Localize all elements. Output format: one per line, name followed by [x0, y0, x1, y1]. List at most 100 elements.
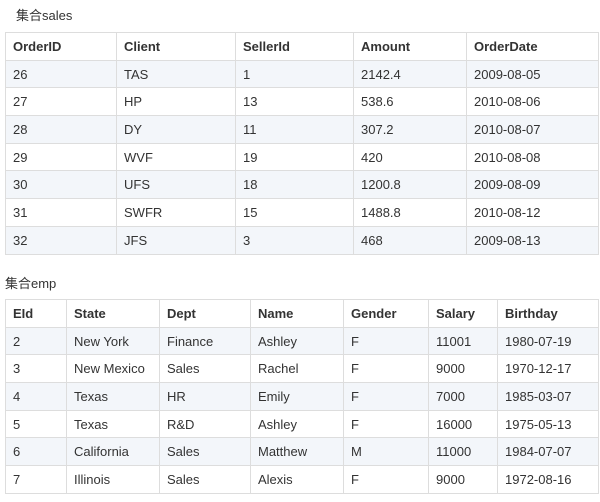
amount-cell: 420 — [353, 142, 467, 172]
name-cell: Matthew — [250, 437, 344, 467]
state-cell: New Mexico — [66, 354, 160, 384]
orderdate-cell: 2010-08-07 — [466, 115, 599, 144]
gender-cell: F — [343, 354, 429, 384]
table-row: 31 SWFR 15 1488.8 2010-08-12 — [5, 198, 599, 227]
table-row: 32 JFS 3 468 2009-08-13 — [5, 225, 599, 255]
amount-cell: 307.2 — [353, 115, 467, 144]
eid-cell: 3 — [5, 354, 67, 384]
table-row: 4 Texas HR Emily F 7000 1985-03-07 — [5, 382, 599, 411]
birthday-cell: 1980-07-19 — [497, 326, 599, 356]
name-cell: Rachel — [250, 354, 344, 384]
sales-header-row: OrderID Client SellerId Amount OrderDate — [5, 32, 599, 61]
sales-caption: 集合sales — [16, 8, 73, 23]
sellerid-cell: 1 — [235, 59, 354, 89]
amount-cell: 1488.8 — [353, 198, 467, 227]
gender-cell: M — [343, 437, 429, 467]
orderdate-cell: 2009-08-09 — [466, 170, 599, 200]
orderid-cell: 26 — [5, 59, 117, 89]
sellerid-cell: 11 — [235, 115, 354, 144]
eid-cell: 6 — [5, 437, 67, 467]
state-cell: New York — [66, 326, 160, 356]
name-cell: Emily — [250, 382, 344, 411]
state-cell: Illinois — [66, 465, 160, 494]
table-row: 27 HP 13 538.6 2010-08-06 — [5, 87, 599, 117]
dept-cell: Finance — [159, 326, 251, 356]
client-cell: TAS — [116, 59, 236, 89]
eid-cell: 7 — [5, 465, 67, 494]
client-cell: JFS — [116, 225, 236, 255]
salary-cell: 9000 — [428, 354, 498, 384]
amount-cell: 1200.8 — [353, 170, 467, 200]
dept-cell: HR — [159, 382, 251, 411]
name-cell: Ashley — [250, 409, 344, 439]
amount-cell: 468 — [353, 225, 467, 255]
amount-cell: 2142.4 — [353, 59, 467, 89]
birthday-cell: 1985-03-07 — [497, 382, 599, 411]
table-row: 5 Texas R&D Ashley F 16000 1975-05-13 — [5, 409, 599, 439]
eid-cell: 5 — [5, 409, 67, 439]
table-row: 3 New Mexico Sales Rachel F 9000 1970-12… — [5, 354, 599, 384]
birthday-cell: 1984-07-07 — [497, 437, 599, 467]
gender-cell: F — [343, 326, 429, 356]
name-cell: Alexis — [250, 465, 344, 494]
birthday-cell: 1975-05-13 — [497, 409, 599, 439]
column-header-orderid: OrderID — [5, 32, 117, 61]
orderid-cell: 29 — [5, 142, 117, 172]
column-header-name: Name — [250, 299, 344, 328]
gender-cell: F — [343, 409, 429, 439]
table-row: 29 WVF 19 420 2010-08-08 — [5, 142, 599, 172]
client-cell: UFS — [116, 170, 236, 200]
column-header-birthday: Birthday — [497, 299, 599, 328]
sellerid-cell: 15 — [235, 198, 354, 227]
dept-cell: Sales — [159, 354, 251, 384]
dept-cell: Sales — [159, 437, 251, 467]
sellerid-cell: 13 — [235, 87, 354, 117]
state-cell: Texas — [66, 382, 160, 411]
column-header-amount: Amount — [353, 32, 467, 61]
sales-table: OrderID Client SellerId Amount OrderDate… — [5, 32, 599, 255]
table-row: 7 Illinois Sales Alexis F 9000 1972-08-1… — [5, 465, 599, 494]
orderid-cell: 28 — [5, 115, 117, 144]
name-cell: Ashley — [250, 326, 344, 356]
orderid-cell: 32 — [5, 225, 117, 255]
column-header-salary: Salary — [428, 299, 498, 328]
birthday-cell: 1972-08-16 — [497, 465, 599, 494]
orderid-cell: 31 — [5, 198, 117, 227]
table-row: 28 DY 11 307.2 2010-08-07 — [5, 115, 599, 144]
orderdate-cell: 2010-08-08 — [466, 142, 599, 172]
column-header-sellerid: SellerId — [235, 32, 354, 61]
emp-caption: 集合emp — [5, 276, 57, 291]
emp-table: EId State Dept Name Gender Salary Birthd… — [5, 299, 599, 494]
sellerid-cell: 18 — [235, 170, 354, 200]
birthday-cell: 1970-12-17 — [497, 354, 599, 384]
eid-cell: 2 — [5, 326, 67, 356]
salary-cell: 11000 — [428, 437, 498, 467]
emp-header-row: EId State Dept Name Gender Salary Birthd… — [5, 299, 599, 328]
orderdate-cell: 2010-08-06 — [466, 87, 599, 117]
orderdate-cell: 2009-08-05 — [466, 59, 599, 89]
column-header-dept: Dept — [159, 299, 251, 328]
state-cell: California — [66, 437, 160, 467]
table-row: 6 California Sales Matthew M 11000 1984-… — [5, 437, 599, 467]
salary-cell: 16000 — [428, 409, 498, 439]
salary-cell: 11001 — [428, 326, 498, 356]
dept-cell: Sales — [159, 465, 251, 494]
eid-cell: 4 — [5, 382, 67, 411]
gender-cell: F — [343, 382, 429, 411]
orderid-cell: 30 — [5, 170, 117, 200]
column-header-orderdate: OrderDate — [466, 32, 599, 61]
state-cell: Texas — [66, 409, 160, 439]
salary-cell: 7000 — [428, 382, 498, 411]
table-row: 2 New York Finance Ashley F 11001 1980-0… — [5, 326, 599, 356]
amount-cell: 538.6 — [353, 87, 467, 117]
sellerid-cell: 3 — [235, 225, 354, 255]
column-header-state: State — [66, 299, 160, 328]
client-cell: WVF — [116, 142, 236, 172]
dept-cell: R&D — [159, 409, 251, 439]
column-header-client: Client — [116, 32, 236, 61]
column-header-gender: Gender — [343, 299, 429, 328]
orderdate-cell: 2010-08-12 — [466, 198, 599, 227]
client-cell: SWFR — [116, 198, 236, 227]
sellerid-cell: 19 — [235, 142, 354, 172]
salary-cell: 9000 — [428, 465, 498, 494]
